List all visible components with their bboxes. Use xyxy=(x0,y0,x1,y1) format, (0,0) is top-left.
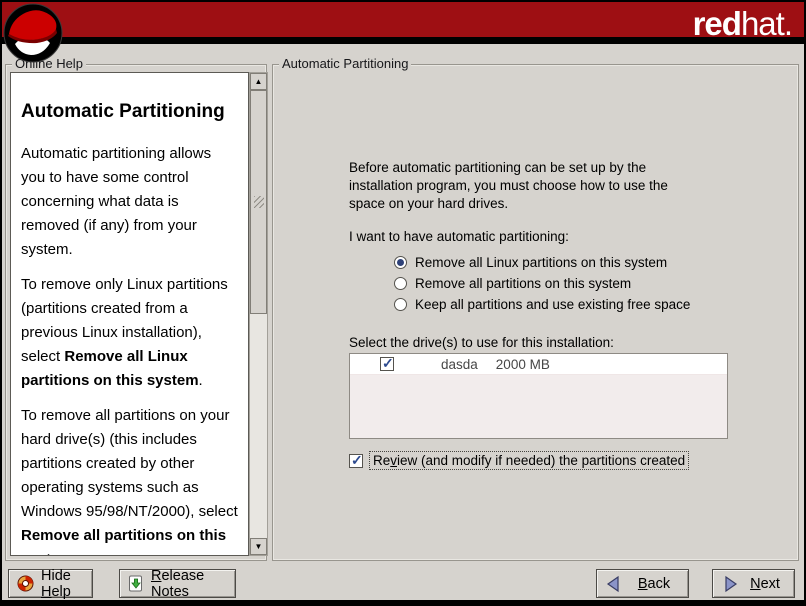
help-paragraph: To remove all partitions on your hard dr… xyxy=(21,404,239,556)
release-notes-button[interactable]: Release Notes xyxy=(119,569,236,598)
life-preserver-icon xyxy=(17,575,34,592)
header-banner xyxy=(2,2,804,44)
help-heading: Automatic Partitioning xyxy=(21,101,239,123)
drive-name: dasda xyxy=(441,357,478,372)
radio-option-row[interactable]: Remove all partitions on this system xyxy=(394,273,690,294)
hide-help-label: Hide Help xyxy=(41,568,92,600)
drive-size: 2000 MB xyxy=(496,357,550,372)
help-paragraph: To remove only Linux partitions (partiti… xyxy=(21,273,239,393)
drive-row[interactable]: dasda 2000 MB xyxy=(350,354,727,375)
release-notes-label: Release Notes xyxy=(151,568,235,600)
help-scrollbar[interactable]: ▲ ▼ xyxy=(249,72,268,556)
intro-text: Before automatic partitioning can be set… xyxy=(349,159,701,213)
automatic-partitioning-frame: Automatic Partitioning Before automatic … xyxy=(272,64,799,561)
radio-option-label: Remove all Linux partitions on this syst… xyxy=(415,255,667,270)
arrow-right-icon xyxy=(721,575,739,593)
partitioning-radio-group: Remove all Linux partitions on this syst… xyxy=(394,252,690,315)
drive-checkbox[interactable] xyxy=(380,357,394,371)
scrollbar-thumb[interactable] xyxy=(250,90,267,314)
drive-list-prompt: Select the drive(s) to use for this inst… xyxy=(349,335,614,350)
review-checkbox[interactable] xyxy=(349,454,363,468)
next-label: Next xyxy=(746,576,794,592)
help-paragraph: Automatic partitioning allows you to hav… xyxy=(21,142,239,262)
online-help-frame: Online Help Automatic Partitioning Autom… xyxy=(5,64,267,561)
scrollbar-grip-icon xyxy=(254,196,264,208)
radio-button[interactable] xyxy=(394,298,407,311)
help-paragraphs: Automatic partitioning allows you to hav… xyxy=(21,142,239,556)
radio-group-prompt: I want to have automatic partitioning: xyxy=(349,229,569,244)
radio-option-row[interactable]: Remove all Linux partitions on this syst… xyxy=(394,252,690,273)
drive-list[interactable]: dasda 2000 MB xyxy=(349,353,728,439)
radio-option-label: Keep all partitions and use existing fre… xyxy=(415,297,690,312)
help-text-area: Automatic Partitioning Automatic partiti… xyxy=(10,72,249,556)
next-button[interactable]: Next xyxy=(712,569,795,598)
review-checkbox-label[interactable]: Review (and modify if needed) the partit… xyxy=(369,451,689,470)
scrollbar-down-icon[interactable]: ▼ xyxy=(250,538,267,555)
radio-button[interactable] xyxy=(394,277,407,290)
scrollbar-up-icon[interactable]: ▲ xyxy=(250,73,267,90)
release-notes-page-icon xyxy=(128,575,144,592)
back-label: Back xyxy=(630,576,688,592)
redhat-shadowman-logo xyxy=(3,3,63,63)
redhat-wordmark: redhat. xyxy=(693,5,792,43)
back-button[interactable]: Back xyxy=(596,569,689,598)
installer-window: redhat. Online Help Automatic Partitioni… xyxy=(0,0,806,606)
hide-help-button[interactable]: Hide Help xyxy=(8,569,93,598)
wordmark-hat: hat xyxy=(741,5,784,42)
automatic-partitioning-frame-label: Automatic Partitioning xyxy=(279,56,411,71)
arrow-left-icon xyxy=(605,575,623,593)
wordmark-red: red xyxy=(693,5,741,42)
radio-option-label: Remove all partitions on this system xyxy=(415,276,631,291)
wordmark-dot: . xyxy=(784,5,792,42)
radio-button[interactable] xyxy=(394,256,407,269)
review-checkbox-row[interactable]: Review (and modify if needed) the partit… xyxy=(349,451,689,470)
radio-option-row[interactable]: Keep all partitions and use existing fre… xyxy=(394,294,690,315)
